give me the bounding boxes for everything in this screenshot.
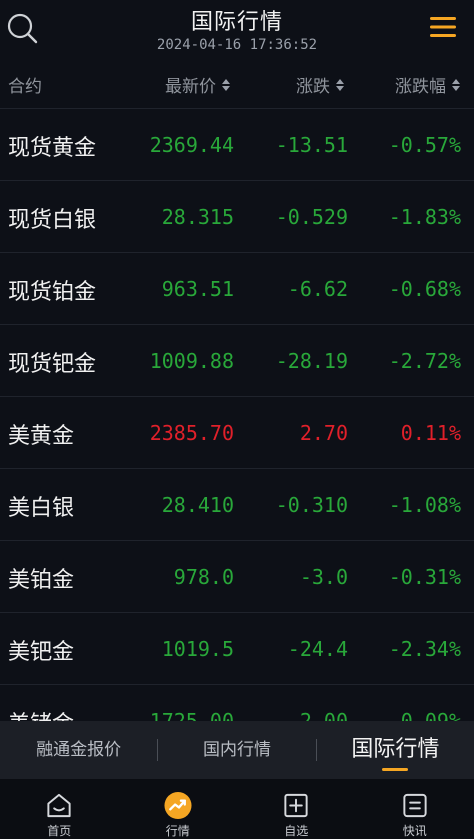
price-change: -2.00: [287, 709, 348, 721]
table-row[interactable]: 现货钯金 1009.88 -28.19 -2.72%: [0, 325, 474, 397]
price-change: -6.62: [287, 277, 348, 301]
price-change-pct: -2.72%: [388, 349, 461, 373]
price-change-pct: -0.68%: [388, 277, 461, 301]
sort-icon: [336, 78, 344, 91]
tab-rongtong-quote[interactable]: 融通金报价: [0, 721, 157, 779]
contract-name: 现货白银: [8, 208, 97, 233]
contract-name: 美铑金: [8, 706, 74, 721]
latest-price: 2385.70: [149, 421, 234, 445]
nav-item-market[interactable]: 行情: [119, 779, 238, 839]
latest-price: 1019.5: [161, 637, 234, 661]
latest-price: 978.0: [173, 565, 234, 589]
price-change: -3.0: [299, 565, 348, 589]
table-row[interactable]: 美黄金 2385.70 2.70 0.11%: [0, 397, 474, 469]
contract-name: 美黄金: [8, 424, 75, 449]
column-name: 合约: [8, 77, 42, 97]
latest-price: 28.315: [161, 205, 234, 229]
price-change-pct: -2.34%: [388, 637, 461, 661]
sort-icon: [222, 78, 230, 91]
price-change-pct: -0.31%: [388, 565, 461, 589]
app-header: 国际行情 2024-04-16 17:36:52: [0, 0, 474, 62]
latest-price: 963.51: [161, 277, 234, 301]
nav-label: 行情: [165, 824, 190, 838]
column-change[interactable]: 涨跌: [296, 72, 344, 97]
menu-icon[interactable]: [430, 16, 456, 38]
home-icon: [47, 793, 71, 818]
nav-label: 首页: [47, 824, 72, 838]
price-change-pct: -0.09%: [388, 709, 461, 721]
page-title: 国际行情: [190, 10, 283, 35]
table-row[interactable]: 现货白银 28.315 -0.529 -1.83%: [0, 181, 474, 253]
latest-price: 28.410: [161, 493, 234, 517]
quote-list[interactable]: 现货黄金 2369.44 -13.51 -0.57% 现货白银 28.315 -…: [0, 109, 474, 721]
sort-icon: [452, 78, 460, 91]
price-change-pct: -1.83%: [388, 205, 461, 229]
news-flash-icon: [403, 793, 427, 818]
nav-item-watchlist[interactable]: 自选: [237, 779, 356, 839]
price-change: 2.70: [299, 421, 348, 445]
market-sub-tabs: 融通金报价 国内行情 国际行情: [0, 721, 474, 779]
table-row[interactable]: 现货铂金 963.51 -6.62 -0.68%: [0, 253, 474, 325]
tab-international-market[interactable]: 国际行情: [317, 721, 474, 779]
table-row[interactable]: 美钯金 1019.5 -24.4 -2.34%: [0, 613, 474, 685]
latest-price: 1009.88: [149, 349, 234, 373]
contract-name: 美铂金: [8, 568, 75, 593]
price-change: -28.19: [275, 349, 348, 373]
price-change: -0.529: [275, 205, 348, 229]
column-header: 合约 最新价 涨跌 涨跌幅: [0, 62, 474, 109]
table-row[interactable]: 美白银 28.410 -0.310 -1.08%: [0, 469, 474, 541]
contract-name: 现货铂金: [8, 280, 97, 305]
contract-name: 现货钯金: [8, 352, 97, 377]
table-row[interactable]: 现货黄金 2369.44 -13.51 -0.57%: [0, 109, 474, 181]
contract-name: 美白银: [8, 496, 75, 521]
contract-name: 现货黄金: [8, 136, 97, 161]
latest-price: 1725.00: [149, 709, 234, 721]
price-change: -0.310: [275, 493, 348, 517]
table-row[interactable]: 美铂金 978.0 -3.0 -0.31%: [0, 541, 474, 613]
price-change: -24.4: [287, 637, 348, 661]
nav-item-news[interactable]: 快讯: [356, 779, 474, 839]
nav-label: 快讯: [402, 824, 427, 838]
price-change-pct: 0.11%: [400, 421, 461, 445]
column-change-pct[interactable]: 涨跌幅: [395, 72, 460, 97]
update-timestamp: 2024-04-16 17:36:52: [156, 37, 318, 53]
nav-item-home[interactable]: 首页: [0, 779, 119, 839]
price-change-pct: -1.08%: [388, 493, 461, 517]
nav-label: 自选: [284, 824, 309, 838]
price-change: -13.51: [275, 133, 348, 157]
column-price[interactable]: 最新价: [165, 72, 230, 97]
tab-domestic-market[interactable]: 国内行情: [158, 721, 315, 779]
bottom-nav: 首页 行情 自选 快讯: [0, 779, 474, 839]
price-change-pct: -0.57%: [388, 133, 461, 157]
latest-price: 2369.44: [149, 133, 234, 157]
watchlist-add-icon: [284, 793, 308, 818]
market-icon: [164, 791, 192, 820]
table-row[interactable]: 美铑金 1725.00 -2.00 -0.09%: [0, 685, 474, 721]
contract-name: 美钯金: [8, 640, 75, 665]
